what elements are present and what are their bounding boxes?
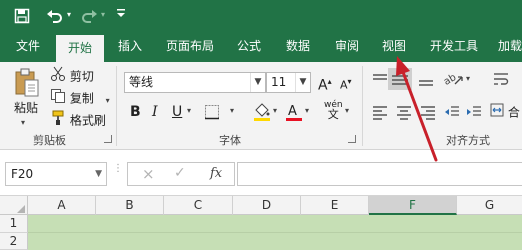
copy-button[interactable]: 复制 ▾ — [50, 88, 110, 108]
tab-file[interactable]: 文件 — [16, 32, 40, 62]
insert-function-icon[interactable]: fx — [210, 166, 222, 181]
paintbrush-icon — [50, 110, 66, 132]
phonetic-button[interactable]: wén 文 — [324, 100, 343, 124]
alignment-group-label: 对齐方式 — [446, 134, 490, 147]
align-middle-icon[interactable] — [388, 68, 412, 90]
column-header[interactable]: B — [96, 196, 164, 215]
row-header[interactable]: 2 — [0, 233, 28, 250]
fill-color-dropdown-icon[interactable]: ▾ — [273, 106, 277, 115]
copy-icon — [50, 88, 66, 110]
name-box-value: F20 — [11, 167, 34, 181]
font-name-value: 等线 — [129, 75, 154, 89]
tab-add-ins[interactable]: 加载 — [498, 32, 522, 62]
tab-formulas[interactable]: 公式 — [237, 32, 261, 62]
column-header[interactable]: A — [28, 196, 96, 215]
phonetic-dropdown-icon[interactable]: ▾ — [345, 106, 349, 115]
chevron-down-icon[interactable]: ▼ — [250, 73, 265, 92]
font-color-dropdown-icon[interactable]: ▾ — [305, 106, 309, 115]
clipboard-launcher[interactable] — [104, 135, 112, 143]
chevron-down-icon[interactable]: ▼ — [295, 73, 310, 92]
redo-dropdown-icon[interactable]: ▾ — [101, 10, 105, 19]
font-group-label: 字体 — [219, 134, 241, 147]
orientation-icon[interactable]: ab — [442, 70, 465, 91]
svg-text:ab: ab — [443, 72, 458, 88]
column-header[interactable]: E — [301, 196, 369, 215]
italic-button[interactable]: I — [152, 102, 158, 122]
undo-icon[interactable] — [46, 8, 64, 27]
save-icon[interactable] — [14, 8, 30, 27]
align-top-icon[interactable] — [372, 72, 388, 91]
row-header[interactable]: 1 — [0, 215, 28, 233]
formula-bar-grip-icon[interactable]: ⋮ — [113, 164, 123, 174]
increase-font-label: A — [318, 77, 328, 94]
clipboard-group-label: 剪贴板 — [33, 134, 66, 147]
format-painter-button[interactable]: 格式刷 — [50, 110, 106, 130]
phonetic-char-icon: 文 — [327, 108, 339, 121]
svg-text:A: A — [288, 104, 297, 119]
merge-center-button[interactable]: 合 — [490, 102, 520, 122]
tab-page-layout[interactable]: 页面布局 — [166, 32, 214, 62]
quick-access-toolbar: ▾ ▾ — [0, 0, 522, 32]
merge-icon — [490, 102, 504, 124]
ribbon-home: 粘贴 ▾ 剪切 复制 ▾ 格式刷 剪贴板 等线 ▼ 11 ▼ A▴ A▾ B I… — [0, 62, 522, 150]
format-painter-label: 格式刷 — [69, 113, 106, 128]
copy-label: 复制 — [69, 91, 94, 106]
orientation-dropdown-icon[interactable]: ▾ — [466, 74, 470, 83]
increase-indent-icon[interactable] — [466, 104, 482, 123]
underline-button[interactable]: U — [172, 102, 182, 122]
tab-view[interactable]: 视图 — [382, 32, 406, 62]
formula-buttons: × ✓ fx — [127, 162, 235, 186]
border-icon[interactable] — [204, 104, 220, 123]
name-box[interactable]: F20 ▼ — [5, 162, 107, 186]
bold-button[interactable]: B — [130, 102, 141, 122]
decrease-indent-icon[interactable] — [444, 104, 460, 123]
align-center-icon[interactable] — [396, 104, 412, 123]
tab-insert[interactable]: 插入 — [118, 32, 142, 62]
border-dropdown-icon[interactable]: ▾ — [230, 106, 234, 115]
customize-icon[interactable] — [116, 6, 126, 23]
align-left-icon[interactable] — [372, 104, 388, 123]
formula-input[interactable] — [237, 162, 522, 186]
undo-dropdown-icon[interactable]: ▾ — [67, 10, 71, 19]
paste-dropdown-icon[interactable]: ▾ — [21, 118, 25, 127]
font-name-combo[interactable]: 等线 ▼ — [124, 72, 266, 93]
group-separator — [362, 66, 363, 146]
enter-icon[interactable]: ✓ — [174, 165, 186, 181]
column-header[interactable]: D — [233, 196, 301, 215]
column-headers: A B C D E F G — [0, 195, 522, 215]
cut-label: 剪切 — [69, 69, 94, 84]
tab-home[interactable]: 开始 — [56, 35, 105, 62]
tab-developer[interactable]: 开发工具 — [430, 32, 478, 62]
redo-icon[interactable] — [80, 8, 98, 27]
copy-dropdown-icon[interactable]: ▾ — [106, 96, 110, 105]
cancel-icon[interactable]: × — [142, 165, 155, 183]
paste-icon[interactable] — [14, 68, 40, 101]
paste-button[interactable]: 粘贴 — [14, 98, 38, 118]
wrap-text-icon[interactable] — [492, 70, 510, 91]
scissors-icon — [50, 66, 66, 88]
decrease-font-label: A — [340, 78, 348, 92]
increase-font-button[interactable]: A▴ — [318, 72, 332, 94]
merge-center-label: 合 — [507, 105, 520, 120]
row-gridline — [28, 232, 522, 233]
underline-dropdown-icon[interactable]: ▾ — [187, 106, 191, 115]
tab-data[interactable]: 数据 — [286, 32, 310, 62]
align-right-icon[interactable] — [420, 104, 436, 123]
column-header-selected[interactable]: F — [369, 196, 457, 215]
tab-review[interactable]: 审阅 — [335, 32, 359, 62]
align-bottom-icon[interactable] — [418, 72, 434, 91]
select-all-button[interactable] — [0, 196, 28, 215]
ribbon-tabs: 文件 开始 插入 页面布局 公式 数据 审阅 视图 开发工具 加载 — [0, 32, 522, 62]
font-size-combo[interactable]: 11 ▼ — [266, 72, 311, 93]
decrease-font-button[interactable]: A▾ — [340, 72, 352, 92]
group-separator — [116, 66, 117, 146]
font-size-value: 11 — [271, 75, 287, 89]
column-header[interactable]: G — [457, 196, 522, 215]
font-color-icon[interactable]: A — [285, 102, 303, 125]
font-launcher[interactable] — [348, 135, 356, 143]
chevron-down-icon[interactable]: ▼ — [95, 163, 102, 185]
cut-button[interactable]: 剪切 — [50, 66, 94, 86]
column-header[interactable]: C — [164, 196, 233, 215]
fill-color-icon[interactable] — [253, 102, 271, 125]
